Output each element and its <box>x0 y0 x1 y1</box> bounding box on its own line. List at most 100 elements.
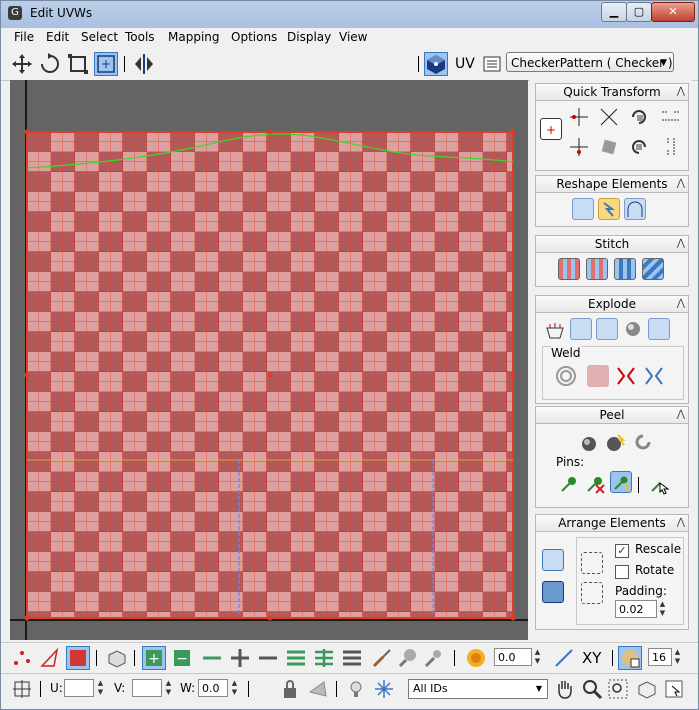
minimize-button[interactable]: ▁ <box>601 2 627 22</box>
collapse-icon[interactable]: ⋀ <box>677 84 685 100</box>
pin-icon[interactable] <box>558 473 580 495</box>
close-button[interactable]: ✕ <box>651 2 695 22</box>
rotate-ccw-icon[interactable] <box>628 136 650 158</box>
grow-ring-icon[interactable] <box>312 646 336 670</box>
rotate-icon[interactable] <box>38 52 62 76</box>
zoom-extents-icon[interactable] <box>634 677 658 701</box>
straighten-icon[interactable] <box>598 136 620 158</box>
pan-hand-icon[interactable] <box>552 677 576 701</box>
hide-icon[interactable] <box>306 677 330 701</box>
menu-display[interactable]: Display <box>287 30 331 44</box>
padding-input[interactable]: 0.02 <box>615 600 657 618</box>
grow-selection-icon[interactable]: + <box>142 646 166 670</box>
shrink-brush-icon[interactable] <box>422 646 446 670</box>
edge-loop-icon[interactable] <box>200 646 224 670</box>
zoom-icon[interactable] <box>580 677 604 701</box>
unpin-icon[interactable] <box>584 473 606 495</box>
pack-normalize-icon[interactable] <box>581 552 603 574</box>
w-spinner-arrows[interactable]: ▲ ▼ <box>230 679 239 697</box>
polygon-mode-icon[interactable] <box>66 646 90 670</box>
show-map-icon[interactable] <box>424 52 448 76</box>
soft-selection-icon[interactable] <box>464 646 488 670</box>
pack-rescale-icon[interactable] <box>581 582 603 604</box>
uv-canvas[interactable] <box>10 80 528 640</box>
stitch-average-icon[interactable] <box>586 258 608 280</box>
grid-spinner-arrows[interactable]: ▲ ▼ <box>673 648 682 666</box>
u-value-input[interactable] <box>64 679 94 697</box>
freeform-mode-icon[interactable]: + <box>94 52 118 76</box>
filter-icon[interactable] <box>372 677 396 701</box>
edge-ring-icon[interactable] <box>284 646 308 670</box>
padding-spinner-arrows[interactable]: ▲ ▼ <box>658 600 667 618</box>
reset-peel-icon[interactable] <box>632 431 654 453</box>
quick-transform-title[interactable]: Quick Transform ⋀ <box>536 84 688 101</box>
collapse-icon[interactable]: ⋀ <box>677 407 685 423</box>
menu-edit[interactable]: Edit <box>46 30 69 44</box>
collapse-icon[interactable]: ⋀ <box>677 176 685 192</box>
falloff-space-xy[interactable]: XY <box>582 649 601 667</box>
grow-loop-icon[interactable] <box>228 646 252 670</box>
paint-select-icon[interactable] <box>370 646 394 670</box>
stitch-target-icon[interactable] <box>558 258 580 280</box>
stitch-title[interactable]: Stitch ⋀ <box>536 236 688 253</box>
arrange-elements-title[interactable]: Arrange Elements ⋀ <box>536 515 688 532</box>
falloff-type-icon[interactable] <box>552 646 576 670</box>
align-horizontal-icon[interactable] <box>568 106 590 128</box>
stitch-custom-icon[interactable] <box>642 258 664 280</box>
enlarge-brush-icon[interactable] <box>396 646 420 670</box>
options-list-icon[interactable] <box>480 52 504 76</box>
shrink-ring-icon[interactable] <box>340 646 364 670</box>
material-ids-dropdown[interactable]: All IDs ▼ <box>408 679 548 699</box>
collapse-icon[interactable]: ⋀ <box>677 236 685 252</box>
v-value-input[interactable] <box>132 679 162 697</box>
zoom-region-icon[interactable] <box>606 677 630 701</box>
grid-size-input[interactable]: 16 <box>648 648 672 666</box>
edge-mode-icon[interactable] <box>38 646 62 670</box>
set-pivot-icon[interactable]: + <box>540 118 562 140</box>
maximize-button[interactable]: ▢ <box>626 2 652 22</box>
v-spinner-arrows[interactable]: ▲ ▼ <box>164 679 173 697</box>
relax-icon[interactable] <box>598 198 620 220</box>
space-vertical-icon[interactable] <box>660 136 682 158</box>
falloff-spinner-arrows[interactable]: ▲ ▼ <box>533 648 542 666</box>
vertex-mode-icon[interactable] <box>10 646 34 670</box>
flatten-by-material-icon[interactable] <box>622 318 644 340</box>
absolute-offset-icon[interactable] <box>10 677 34 701</box>
flatten-by-smoothing-icon[interactable] <box>596 318 618 340</box>
weld-target-icon[interactable] <box>555 365 577 387</box>
mirror-icon[interactable] <box>132 52 156 76</box>
limit-selection-icon[interactable] <box>618 646 642 670</box>
shrink-selection-icon[interactable]: − <box>170 646 194 670</box>
stitch-source-icon[interactable] <box>614 258 636 280</box>
weld-vertex-icon[interactable] <box>643 365 665 387</box>
collapse-icon[interactable]: ⋀ <box>677 296 685 312</box>
menu-select[interactable]: Select <box>81 30 118 44</box>
select-element-icon[interactable] <box>104 646 128 670</box>
explode-title[interactable]: Explode ⋀ <box>536 296 688 313</box>
collapse-icon[interactable]: ⋀ <box>677 515 685 531</box>
w-value-input[interactable]: 0.0 <box>198 679 228 697</box>
soft-selection-falloff-input[interactable]: 0.0 <box>494 648 532 666</box>
break-icon[interactable] <box>544 320 566 342</box>
peel-title[interactable]: Peel ⋀ <box>536 407 688 424</box>
align-vertical-icon[interactable] <box>568 136 590 158</box>
weld-selected-icon[interactable] <box>587 365 609 387</box>
flatten-by-polygon-icon[interactable] <box>570 318 592 340</box>
menu-file[interactable]: File <box>14 30 34 44</box>
light-bulb-icon[interactable] <box>344 677 368 701</box>
pack-together-icon[interactable] <box>542 581 564 603</box>
uv-editor-viewport[interactable] <box>10 80 528 640</box>
auto-pin-icon[interactable] <box>610 471 632 493</box>
shrink-loop-icon[interactable] <box>256 646 280 670</box>
straighten-selection-icon[interactable] <box>572 198 594 220</box>
texture-dropdown[interactable]: CheckerPattern ( Checker ) ▼ <box>506 52 674 72</box>
menu-options[interactable]: Options <box>231 30 277 44</box>
scale-icon[interactable] <box>66 52 90 76</box>
align-diagonal-icon[interactable] <box>598 106 620 128</box>
flatten-custom-icon[interactable] <box>648 318 670 340</box>
pack-custom-icon[interactable] <box>542 549 564 571</box>
rotate-checkbox[interactable] <box>615 565 629 579</box>
peel-mode-icon[interactable] <box>604 431 626 453</box>
relax-by-edge-icon[interactable] <box>624 198 646 220</box>
menu-view[interactable]: View <box>339 30 367 44</box>
